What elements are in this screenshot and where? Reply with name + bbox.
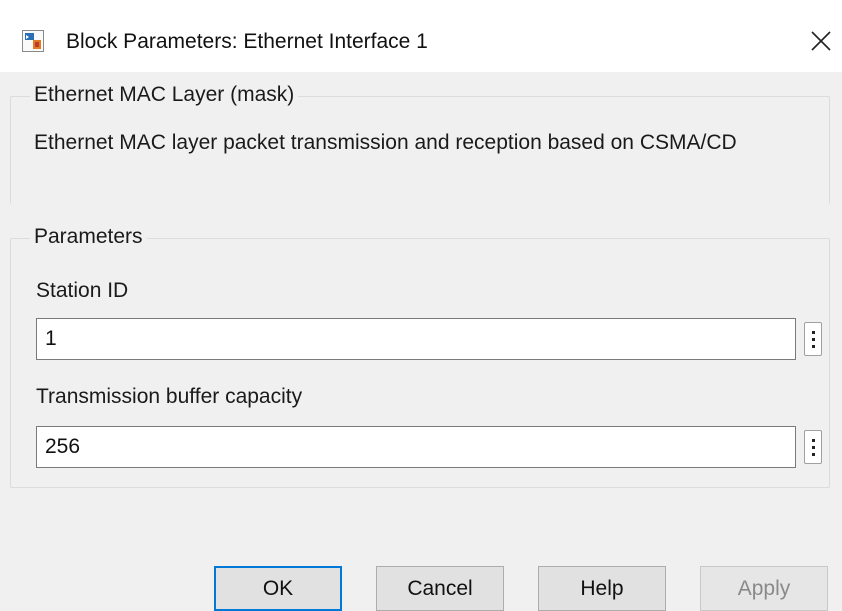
vertical-ellipsis-icon (812, 331, 815, 349)
block-parameters-dialog: Block Parameters: Ethernet Interface 1 E… (0, 0, 842, 611)
buffer-capacity-more-button[interactable] (804, 430, 822, 464)
help-button[interactable]: Help (538, 566, 666, 611)
vertical-ellipsis-icon (812, 439, 815, 457)
simulink-block-icon (22, 30, 44, 52)
mask-description: Ethernet MAC layer packet transmission a… (34, 131, 737, 154)
apply-button[interactable]: Apply (700, 566, 828, 611)
buffer-capacity-input[interactable] (36, 426, 796, 468)
ok-button[interactable]: OK (214, 566, 342, 611)
title-bar: Block Parameters: Ethernet Interface 1 (0, 0, 842, 72)
close-icon (811, 31, 831, 51)
station-id-more-button[interactable] (804, 322, 822, 356)
buffer-capacity-label: Transmission buffer capacity (36, 385, 303, 408)
station-id-input[interactable] (36, 318, 796, 360)
close-button[interactable] (800, 20, 842, 62)
mask-group-title: Ethernet MAC Layer (mask) (30, 82, 299, 108)
cancel-button[interactable]: Cancel (376, 566, 504, 611)
parameters-group-title: Parameters (30, 224, 147, 250)
station-id-label: Station ID (36, 279, 129, 302)
window-title: Block Parameters: Ethernet Interface 1 (66, 30, 428, 53)
